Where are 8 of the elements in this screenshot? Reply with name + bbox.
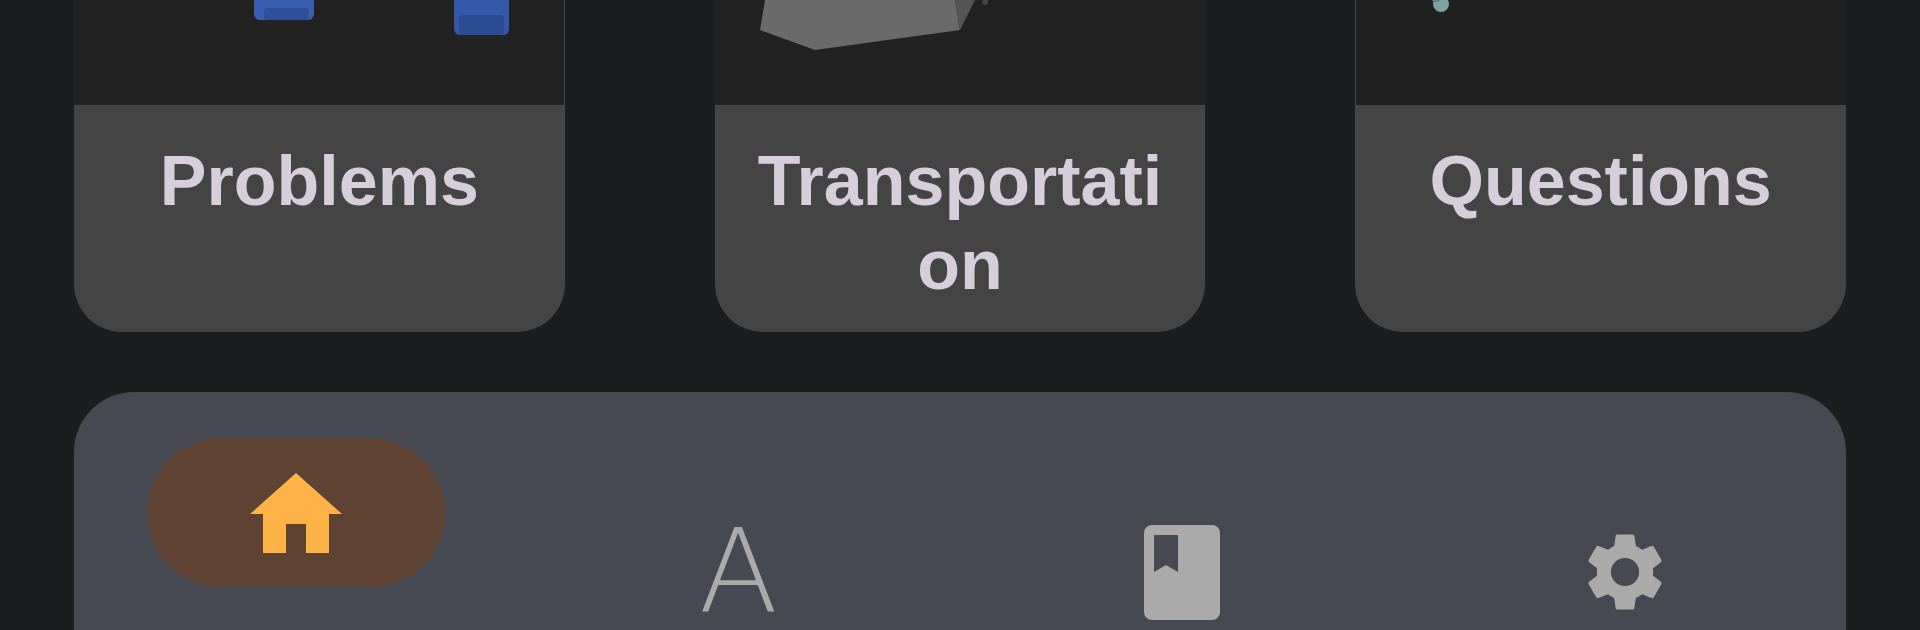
card-title: Questions bbox=[1429, 141, 1772, 222]
category-card[interactable]: Problems bbox=[74, 0, 565, 332]
home-icon bbox=[249, 472, 342, 553]
category-card[interactable]: Transportation bbox=[714, 0, 1206, 332]
card-title: Problems bbox=[159, 141, 479, 222]
card-title: Transportation bbox=[756, 141, 1164, 306]
book-icon bbox=[1143, 524, 1220, 620]
category-card[interactable]: Questions bbox=[1355, 0, 1846, 332]
